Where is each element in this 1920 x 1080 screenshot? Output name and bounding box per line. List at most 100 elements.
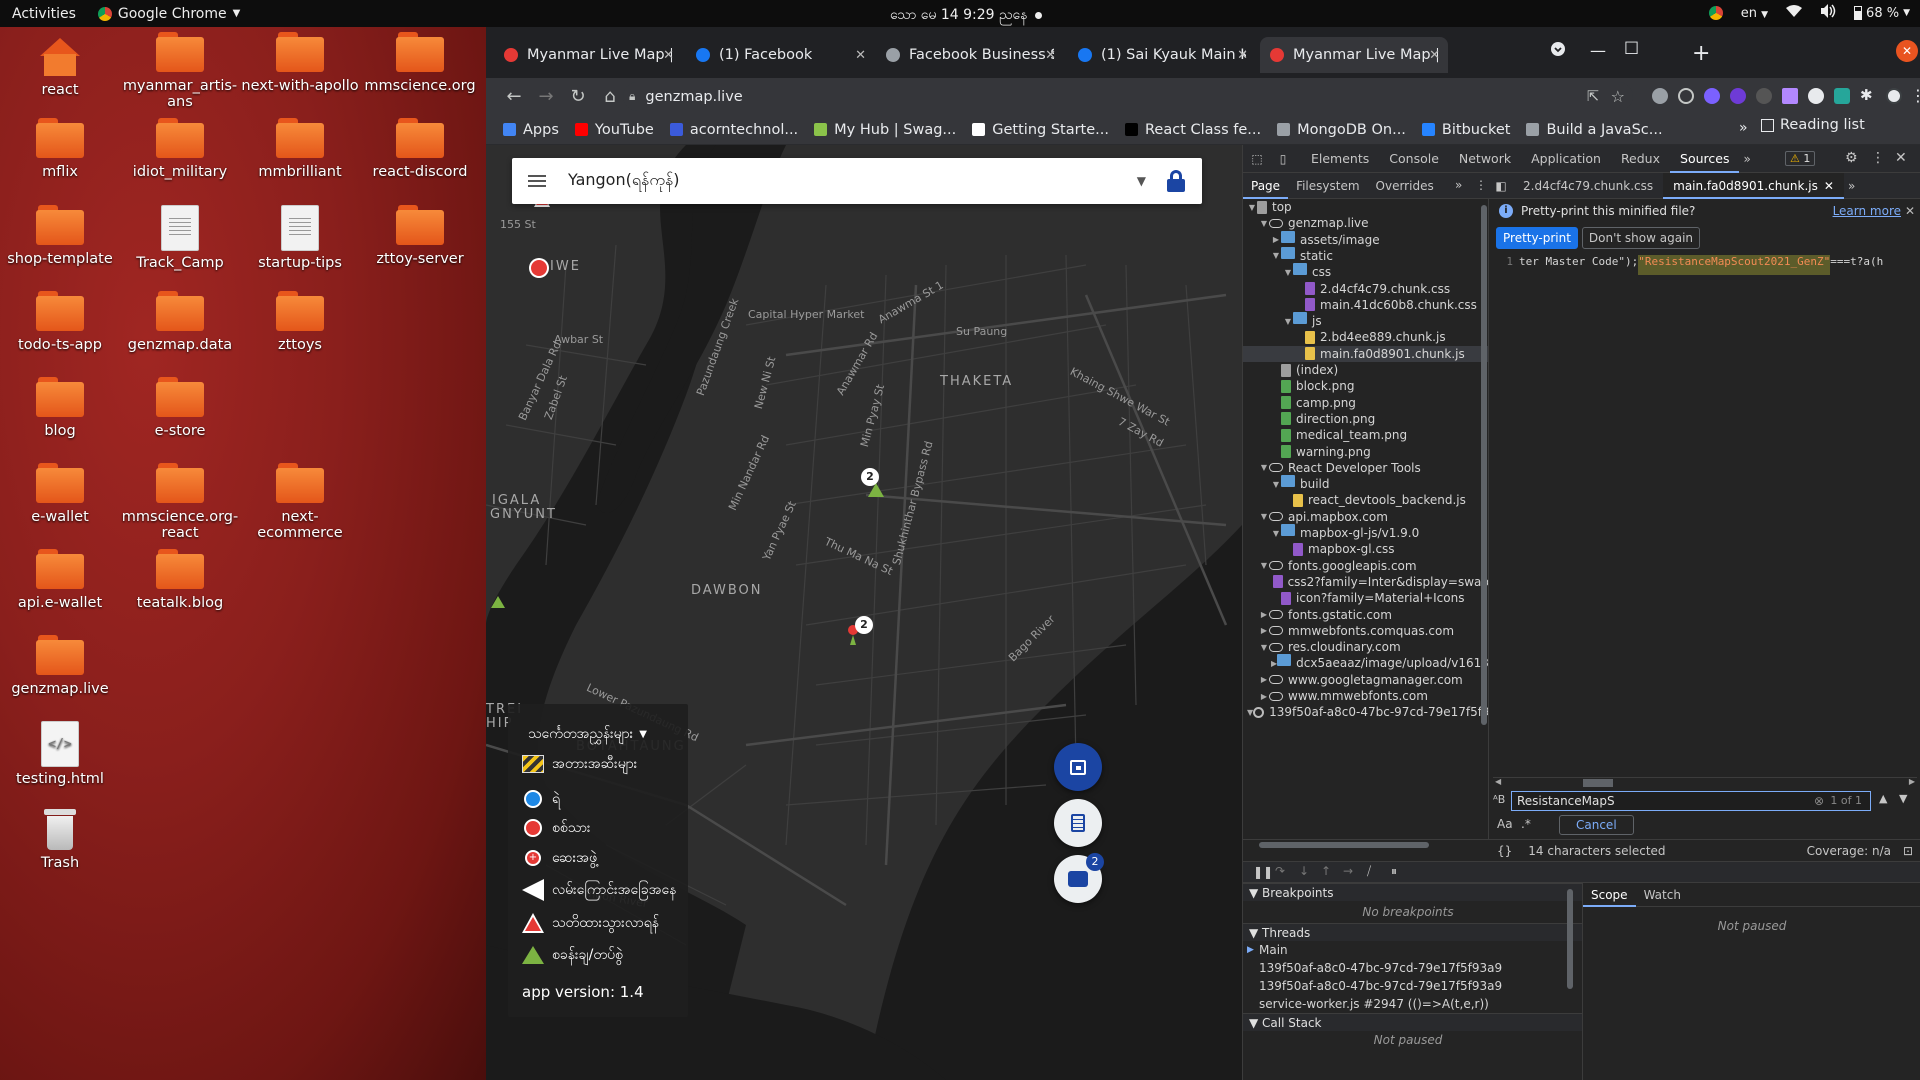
reading-list-button[interactable]: Reading list [1761, 117, 1865, 133]
chat-button[interactable]: 2 [1054, 853, 1104, 903]
desktop-icon[interactable]: api.e-wallet [0, 549, 120, 611]
maximize-button[interactable]: □ [1624, 37, 1639, 56]
desktop-icon[interactable]: </> testing.html [0, 721, 120, 787]
lock-icon[interactable] [1166, 170, 1186, 192]
format-braces-icon[interactable]: {} [1497, 844, 1512, 858]
navigator-tab[interactable]: Filesystem [1288, 173, 1367, 199]
find-input[interactable]: ResistanceMapS ⊗ 1 of 1 [1511, 791, 1871, 811]
thread-item[interactable]: ▶ Main [1247, 943, 1288, 957]
extension-dot-icon[interactable] [1808, 88, 1824, 104]
desktop-icon[interactable]: react-discord [360, 118, 480, 180]
desktop-icon[interactable]: teatalk.blog [120, 549, 240, 611]
bookmark-item[interactable]: Build a JavaSc... [1526, 122, 1663, 138]
device-toolbar-icon[interactable]: ▯ [1271, 152, 1295, 166]
desktop-icon[interactable]: zttoys [240, 291, 360, 353]
scope-tab[interactable]: Watch [1636, 883, 1689, 907]
file-tree-item[interactable]: css2?family=Inter&display=swap [1243, 574, 1488, 590]
file-tree-item[interactable]: direction.png [1243, 411, 1488, 427]
desktop-icon[interactable]: mmscience.org-react [120, 463, 240, 541]
chevron-down-icon[interactable]: ▼ [1137, 174, 1146, 188]
map-viewport[interactable]: 2 2 155 St IWE Awbar St Capital Hyper Marke… [486, 145, 1242, 1080]
settings-gear-icon[interactable]: ⚙ [1845, 150, 1858, 166]
navigator-vscroll[interactable] [1481, 205, 1487, 725]
editor-hscroll[interactable]: ◀ ▶ [1493, 777, 1917, 787]
thread-item[interactable]: service-worker.js #2947 (()=>A(t,e,r)) [1259, 997, 1489, 1011]
tab-close-icon[interactable]: ✕ [855, 48, 866, 63]
file-tree-item[interactable]: ▼ 139f50af-a8c0-47bc-97cd-79e17f5f93a [1243, 704, 1488, 720]
tab-close-icon[interactable]: ✕ [1429, 48, 1440, 63]
bookmark-item[interactable]: acorntechnol... [669, 122, 798, 138]
window-close-button[interactable]: ✕ [1896, 40, 1918, 62]
city-select[interactable]: Yangon(ရန်ကုန်) [568, 169, 1137, 193]
close-icon[interactable]: ✕ [1824, 179, 1834, 193]
browser-tab[interactable]: Myanmar Live Map | Gen✕ [1260, 37, 1448, 73]
warning-counter[interactable]: ⚠ 1 [1785, 151, 1816, 166]
navigator-menu-icon[interactable]: ⋮ [1475, 178, 1487, 192]
kebab-menu-icon[interactable]: ⋮ [1871, 150, 1885, 166]
tab-close-icon[interactable]: ✕ [663, 48, 674, 63]
match-case-toggle[interactable]: Aa [1497, 817, 1513, 831]
file-tree-item[interactable]: icon?family=Material+Icons [1243, 590, 1488, 606]
home-button[interactable]: ⌂ [594, 86, 626, 107]
desktop-icon[interactable]: startup-tips [240, 205, 360, 271]
file-tree-item[interactable]: ▶ www.mmwebfonts.com [1243, 688, 1488, 704]
file-tree-item[interactable]: medical_team.png [1243, 427, 1488, 443]
minimize-button[interactable]: — [1590, 41, 1606, 60]
file-tree-item[interactable]: ▼ build [1243, 475, 1488, 492]
extension-circle-icon[interactable] [1678, 88, 1694, 104]
debugger-vscroll[interactable] [1567, 889, 1573, 989]
file-tree-item[interactable]: 2.d4cf4c79.chunk.css [1243, 281, 1488, 297]
desktop-icon[interactable]: blog [0, 377, 120, 439]
file-tree-item[interactable]: ▼ static [1243, 246, 1488, 264]
desktop-icon[interactable]: react [0, 32, 120, 98]
system-tray[interactable]: en ▼ 68 % ▼ [1708, 4, 1910, 22]
cluster-count-badge[interactable]: 2 [861, 468, 879, 486]
navigator-more-icon[interactable]: » [1455, 178, 1462, 192]
desktop-icon[interactable]: e-store [120, 377, 240, 439]
file-tree-item[interactable]: camp.png [1243, 395, 1488, 411]
bookmark-item[interactable]: Bitbucket [1421, 122, 1510, 138]
scroll-right-icon[interactable]: ▶ [1909, 777, 1915, 786]
deactivate-breakpoints-icon[interactable]: ⧸ [1367, 864, 1371, 879]
file-tree-item[interactable]: (index) [1243, 362, 1488, 378]
hamburger-menu-icon[interactable] [528, 172, 546, 190]
desktop-icon[interactable]: myanmar_artis-ans [120, 32, 240, 110]
scope-tab[interactable]: Scope [1583, 883, 1636, 907]
coverage-panel-icon[interactable]: ⊡ [1903, 844, 1913, 858]
desktop-icon[interactable]: next-with-apollo [240, 32, 360, 94]
calendar-button[interactable] [1054, 743, 1102, 791]
file-tree-item[interactable]: ▶ assets/image [1243, 230, 1488, 248]
devtools-tab[interactable]: Console [1379, 145, 1449, 173]
chrome-tray-icon[interactable] [1708, 6, 1723, 20]
file-tree-item[interactable]: 2.bd4ee889.chunk.js [1243, 329, 1488, 345]
extension-pen-icon[interactable] [1782, 88, 1798, 104]
file-tree-item[interactable]: ▼ res.cloudinary.com [1243, 639, 1488, 655]
file-tree-item[interactable]: main.fa0d8901.chunk.js [1243, 345, 1488, 362]
file-tree-item[interactable]: ▶ mmwebfonts.comquas.com [1243, 623, 1488, 639]
pause-on-exceptions-icon[interactable]: ⏸ [1391, 864, 1397, 879]
toggle-navigator-icon[interactable]: ◧ [1489, 179, 1513, 193]
find-prev-icon[interactable]: ▲ [1879, 792, 1887, 805]
navigator-tab[interactable]: Overrides [1368, 173, 1442, 199]
file-tree-item[interactable]: ▶ fonts.gstatic.com [1243, 607, 1488, 623]
cancel-button[interactable]: Cancel [1559, 815, 1634, 835]
step-into-icon[interactable]: ↓ [1299, 864, 1309, 878]
tab-close-icon[interactable]: ✕ [1045, 48, 1056, 63]
replace-toggle-icon[interactable]: ᴬB [1493, 793, 1505, 806]
tab-close-icon[interactable]: ✕ [1237, 48, 1248, 63]
thread-item[interactable]: 139f50af-a8c0-47bc-97cd-79e17f5f93a9 [1259, 979, 1502, 993]
open-in-app-icon[interactable]: ⇱ [1587, 89, 1599, 105]
bookmarks-overflow-icon[interactable]: » [1739, 120, 1748, 136]
devtools-tab[interactable]: Elements [1301, 145, 1379, 173]
reload-button[interactable]: ↻ [562, 86, 594, 107]
file-tree-item[interactable]: block.png [1243, 378, 1488, 394]
thread-item[interactable]: 139f50af-a8c0-47bc-97cd-79e17f5f93a9 [1259, 961, 1502, 975]
bookmark-item[interactable]: My Hub | Swag... [814, 122, 956, 138]
close-icon[interactable]: ✕ [1905, 204, 1915, 218]
legend-header[interactable]: သင်္ကေတအညွှန်းများ ▼ [528, 724, 647, 745]
step-out-icon[interactable]: ↑ [1321, 864, 1331, 878]
extension-gear-icon[interactable] [1704, 88, 1720, 104]
browser-tab[interactable]: Myanmar Live Map | Gen✕ [494, 37, 682, 73]
file-tree-item[interactable]: ▼ api.mapbox.com [1243, 509, 1488, 525]
language-indicator[interactable]: en ▼ [1741, 6, 1768, 21]
